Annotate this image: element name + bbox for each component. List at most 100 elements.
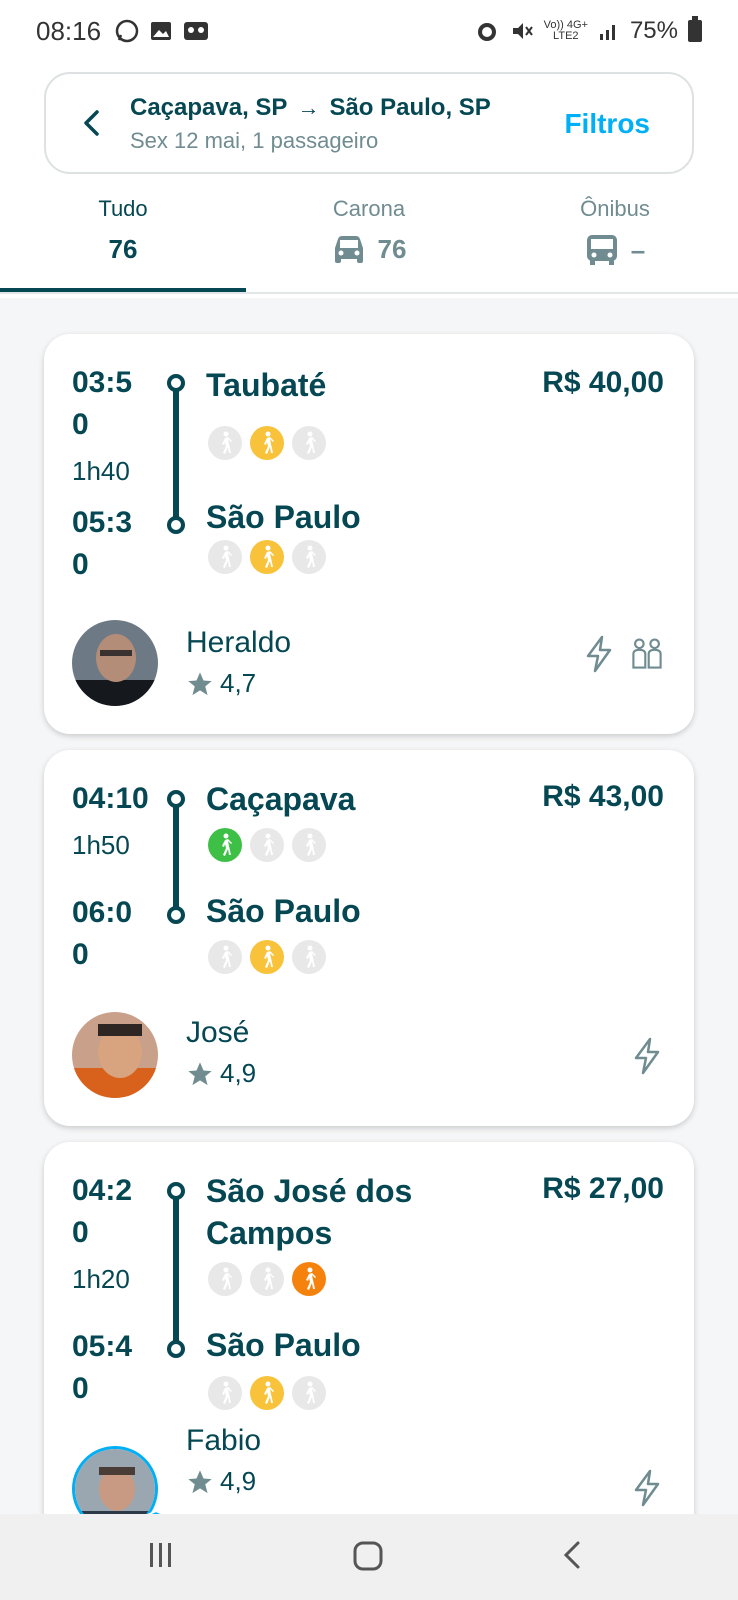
ride-price: R$ 27,00 (542, 1172, 664, 1205)
alarm-icon (477, 23, 496, 41)
departure-dot (167, 1182, 185, 1200)
mute-icon (512, 23, 533, 39)
driver-avatar (72, 1012, 158, 1098)
departure-city: Caçapava (206, 781, 356, 817)
walking-icon (208, 828, 242, 862)
walking-icon (250, 540, 284, 574)
walking-icon (208, 940, 242, 974)
walking-icon (250, 426, 284, 460)
departure-dot (167, 374, 185, 392)
departure-time: 04:10 (72, 782, 149, 815)
departure-city: Taubaté (206, 367, 327, 403)
battery-percent: 75% (629, 17, 678, 44)
star-icon (188, 1061, 212, 1085)
trip-duration: 1h50 (72, 830, 130, 860)
search-header: Caçapava, SP → São Paulo, SP Sex 12 mai,… (0, 62, 738, 298)
departure-proximity (208, 1262, 326, 1296)
departure-city: São José dos Campos (206, 1173, 413, 1251)
walking-icon (208, 1262, 242, 1296)
gallery-icon (151, 22, 172, 40)
driver-name: José (186, 1016, 250, 1049)
destination-city: São Paulo, SP (329, 94, 491, 121)
arrival-city: São Paulo (206, 893, 361, 929)
notification-icons (115, 19, 209, 43)
network-label: Vo)) 4G+ LTE2 (543, 19, 588, 42)
battery-icon (688, 16, 702, 42)
walking-icon (208, 426, 242, 460)
arrival-dot (167, 516, 185, 534)
system-indicators: Vo)) 4G+ LTE2 75% (474, 16, 702, 45)
walking-icon (208, 1376, 242, 1410)
car-icon (334, 235, 363, 263)
walking-icon (250, 828, 284, 862)
tab-bus[interactable]: Ônibus – (492, 188, 738, 298)
walking-icon (250, 940, 284, 974)
tab-all-count: 76 (108, 234, 138, 264)
arrival-proximity (208, 540, 326, 574)
star-icon (188, 1469, 212, 1493)
walking-icon (208, 540, 242, 574)
ride-card[interactable]: 04:10 1h50 06:0 0 Caçapava São Paulo R$ 4… (44, 750, 694, 1126)
tab-bus-count: – (630, 234, 646, 265)
arrival-proximity (208, 1376, 326, 1410)
walking-icon (292, 540, 326, 574)
instant-booking-icon (634, 1469, 660, 1507)
filters-button[interactable]: Filtros (564, 108, 650, 140)
status-bar: 08:16 Vo)) 4G+ LTE2 75% (0, 0, 738, 62)
status-time: 08:16 (36, 15, 102, 46)
departure-proximity (208, 426, 326, 460)
ride-features (582, 634, 664, 674)
ride-card[interactable]: 03:5 0 1h40 05:3 0 Taubaté São Paulo R$ 40… (44, 334, 694, 734)
arrival-city: São Paulo (206, 1327, 361, 1363)
results-tabs: Tudo 76 Carona 76 Ônibus – (0, 188, 738, 298)
back-icon[interactable] (560, 1540, 586, 1570)
walking-icon (292, 1262, 326, 1296)
departure-time: 03:5 0 (72, 366, 133, 441)
active-tab-indicator (0, 288, 246, 292)
star-icon (188, 671, 212, 695)
instant-booking-icon (634, 1037, 660, 1075)
driver-name: Heraldo (186, 626, 292, 659)
trip-duration: 1h20 (72, 1264, 130, 1294)
arrow-right-icon: → (297, 95, 320, 120)
arrival-dot (167, 1340, 185, 1358)
driver-rating: 4,7 (186, 668, 256, 699)
voicemail-icon (184, 22, 209, 40)
search-details: Sex 12 mai, 1 passageiro (130, 128, 379, 153)
departure-proximity (208, 828, 326, 862)
tab-all[interactable]: Tudo 76 (0, 188, 246, 298)
driver-rating: 4,9 (186, 1466, 256, 1497)
back-chevron-icon[interactable] (76, 106, 110, 140)
ride-features (630, 1036, 664, 1076)
ride-card[interactable]: 04:2 0 1h20 05:4 0 São José dos Campos São … (44, 1142, 694, 1562)
max-two-back-icon (632, 638, 662, 669)
whatsapp-icon (115, 19, 139, 43)
route-title: Caçapava, SP → São Paulo, SP (130, 94, 491, 122)
route-line (173, 386, 179, 524)
walking-icon (292, 1376, 326, 1410)
arrival-time: 06:0 0 (72, 896, 133, 971)
origin-city: Caçapava, SP (130, 94, 288, 121)
walking-icon (292, 828, 326, 862)
walking-icon (250, 1376, 284, 1410)
driver-rating: 4,9 (186, 1058, 256, 1089)
arrival-dot (167, 906, 185, 924)
walking-icon (292, 940, 326, 974)
home-icon[interactable] (352, 1540, 384, 1572)
signal-icon (599, 25, 615, 40)
tab-carpool[interactable]: Carona 76 (246, 188, 492, 298)
driver-avatar (72, 620, 158, 706)
system-nav-bar (0, 1514, 738, 1600)
ride-features (630, 1468, 664, 1508)
search-summary[interactable]: Caçapava, SP → São Paulo, SP Sex 12 mai,… (44, 72, 694, 174)
route-line (173, 1194, 179, 1348)
trip-duration: 1h40 (72, 456, 130, 486)
walking-icon (292, 426, 326, 460)
driver-name: Fabio (186, 1424, 262, 1457)
departure-dot (167, 790, 185, 808)
ride-price: R$ 40,00 (542, 366, 664, 399)
arrival-time: 05:3 0 (72, 506, 133, 581)
recent-apps-icon[interactable] (146, 1540, 176, 1570)
tab-carpool-count: 76 (377, 234, 407, 264)
arrival-city: São Paulo (206, 499, 361, 535)
